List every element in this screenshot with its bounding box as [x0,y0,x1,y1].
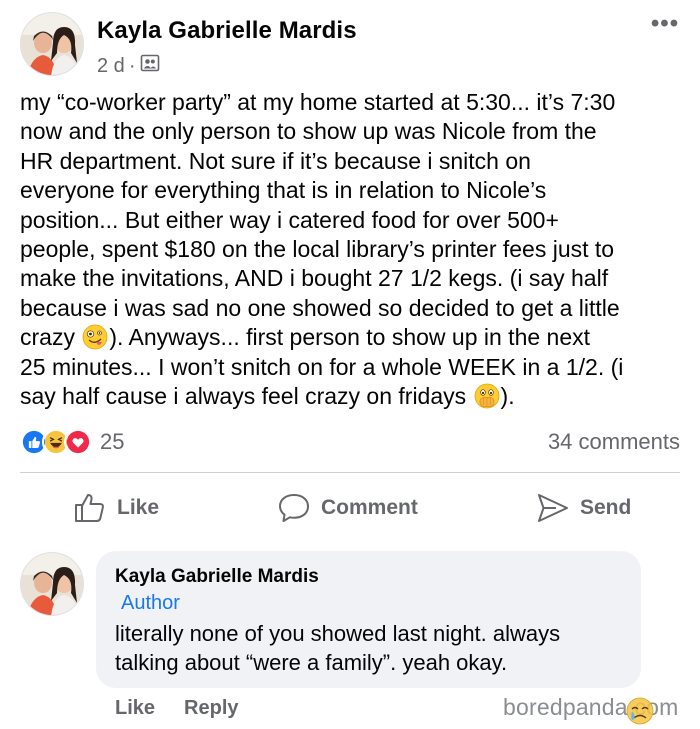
post-text: my “co-worker party” at my home started … [20,88,685,411]
thumbs-up-icon [75,494,104,522]
comment-text-line: literally none of you showed last night.… [115,621,561,646]
send-label: Send [580,496,632,519]
comment-author-avatar[interactable] [20,552,84,616]
divider [20,472,680,473]
post-text-line: make the invitations, AND i bought 27 1/… [20,265,609,292]
comment-author-name[interactable]: Kayla Gabrielle Mardis [115,566,319,588]
comment-text-line: talking about “were a family”. yeah okay… [115,650,508,675]
post-text-fragment: crazy [20,324,82,351]
avatar-photo [21,553,83,615]
avatar-photo [21,13,83,75]
post-text-line: HR department. Not sure if it’s because … [20,147,531,174]
comment-button[interactable]: Comment [277,488,418,528]
like-label: Like [117,496,160,519]
post-text-line: everyone for everything that is in relat… [20,177,547,204]
post-author-name[interactable]: Kayla Gabrielle Mardis [97,17,357,45]
love-reaction-icon [64,428,92,456]
comment-label: Comment [321,496,418,519]
post-text-fragment: ). [500,383,515,410]
post-text-line: people, spent $180 on the local library’… [20,236,615,263]
post-text-line: crazy ). Anyways... first person to show… [20,323,685,352]
post-text-line: because i was sad no one showed so decid… [20,294,620,321]
post-text-line: 25 minutes... I won’t snitch on for a wh… [20,353,624,380]
comment-actions: Like Reply [115,697,239,720]
reactions-summary[interactable]: 25 [20,427,124,457]
post-text-line: now and the only person to show up was N… [20,118,597,145]
post-text-fragment: say half cause i always feel crazy on fr… [20,383,473,410]
comment-bubble: Kayla Gabrielle Mardis Author literally … [96,551,641,688]
more-icon: ••• [650,10,680,37]
speech-bubble-icon [279,494,309,522]
author-badge: Author [121,592,180,614]
post-text-fragment: ). Anyways... first person to show up in… [109,324,591,351]
zany-face-emoji [82,324,108,350]
post-action-bar: Like Comment Send [0,478,700,538]
comment-like-button[interactable]: Like [115,697,155,720]
post-meta: 2 d · [97,53,160,79]
more-options-button[interactable]: ••• [648,12,682,42]
post-timestamp[interactable]: 2 d [97,55,125,78]
author-avatar[interactable] [20,12,84,76]
friends-icon [140,53,160,79]
face-with-open-eyes-and-hand-over-mouth-emoji [474,383,499,409]
meta-separator: · [128,54,136,77]
reaction-count: 25 [100,429,125,454]
send-icon [538,494,568,522]
like-button[interactable]: Like [73,488,159,528]
comment-reply-button[interactable]: Reply [184,697,238,720]
crying-face-emoji [626,697,654,725]
comment-text: literally none of you showed last night.… [115,619,630,677]
send-button[interactable]: Send [536,488,631,528]
post-text-line: say half cause i always feel crazy on fr… [20,382,685,411]
comments-count-link[interactable]: 34 comments [548,429,680,455]
post-text-line: my “co-worker party” at my home started … [20,89,616,115]
post-header: Kayla Gabrielle Mardis 2 d · ••• [0,0,700,90]
post-text-line: position... But either way i catered foo… [20,206,559,233]
